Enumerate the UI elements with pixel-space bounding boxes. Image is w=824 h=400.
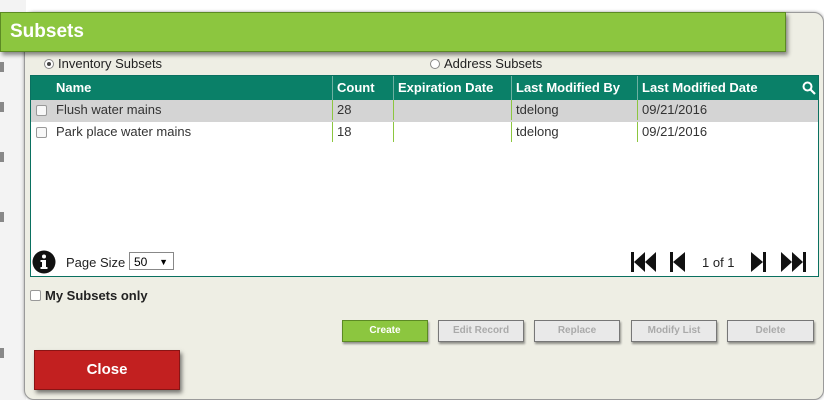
replace-button[interactable]: Replace bbox=[534, 320, 620, 342]
inventory-subsets-radio[interactable]: Inventory Subsets bbox=[44, 56, 162, 71]
cell-modified-by: tdelong bbox=[511, 100, 637, 120]
cell-name: Flush water mains bbox=[56, 102, 162, 117]
radio-label: Inventory Subsets bbox=[58, 56, 163, 71]
page-size-select[interactable]: 50 ▼ bbox=[129, 252, 174, 270]
cell-modified-date: 09/21/2016 bbox=[637, 100, 797, 120]
close-button[interactable]: Close bbox=[34, 350, 180, 390]
column-header-last-modified-by[interactable]: Last Modified By bbox=[511, 76, 637, 100]
cell-name: Park place water mains bbox=[56, 124, 192, 139]
last-page-icon[interactable] bbox=[779, 250, 807, 274]
dialog-title-bar[interactable]: Subsets bbox=[0, 12, 786, 52]
column-header-last-modified-date[interactable]: Last Modified Date bbox=[637, 76, 797, 100]
cell-count: 18 bbox=[332, 122, 393, 142]
row-checkbox[interactable] bbox=[36, 127, 47, 138]
page-size-value: 50 bbox=[134, 255, 148, 269]
my-subsets-checkbox[interactable] bbox=[30, 290, 41, 301]
delete-button[interactable]: Delete bbox=[727, 320, 814, 342]
page-size-label: Page Size bbox=[66, 255, 126, 270]
page-info: 1 of 1 bbox=[702, 255, 735, 270]
subset-type-radios: Inventory Subsets Address Subsets bbox=[0, 56, 824, 72]
address-subsets-radio[interactable]: Address Subsets bbox=[430, 56, 542, 71]
cell-count: 28 bbox=[332, 100, 393, 120]
search-icon[interactable] bbox=[802, 81, 816, 95]
prev-page-icon[interactable] bbox=[668, 250, 688, 274]
background-mark bbox=[0, 152, 4, 162]
cell-modified-date: 09/21/2016 bbox=[637, 122, 797, 142]
column-header-name[interactable]: Name bbox=[52, 76, 332, 100]
background-mark bbox=[0, 348, 4, 358]
radio-dot[interactable] bbox=[430, 58, 440, 69]
row-checkbox[interactable] bbox=[36, 105, 47, 116]
table-row[interactable]: Flush water mains 28 tdelong 09/21/2016 bbox=[31, 100, 818, 122]
create-button[interactable]: Create bbox=[342, 320, 428, 342]
subsets-grid: Name Count Expiration Date Last Modified… bbox=[30, 75, 819, 277]
chevron-down-icon: ▼ bbox=[159, 257, 168, 267]
my-subsets-only-filter[interactable]: My Subsets only bbox=[30, 288, 148, 303]
column-header-count[interactable]: Count bbox=[332, 76, 393, 100]
table-row[interactable]: Park place water mains 18 tdelong 09/21/… bbox=[31, 122, 818, 144]
first-page-icon[interactable] bbox=[630, 250, 658, 274]
dialog-title: Subsets bbox=[10, 21, 84, 42]
next-page-icon[interactable] bbox=[748, 250, 768, 274]
background-mark bbox=[0, 212, 4, 222]
cell-expiration bbox=[393, 100, 511, 120]
info-icon[interactable] bbox=[32, 250, 56, 274]
cell-expiration bbox=[393, 122, 511, 142]
column-header-expiration-date[interactable]: Expiration Date bbox=[393, 76, 511, 100]
radio-dot[interactable] bbox=[44, 58, 54, 69]
radio-label: Address Subsets bbox=[444, 56, 543, 71]
background-mark bbox=[0, 102, 4, 112]
my-subsets-label: My Subsets only bbox=[45, 288, 148, 303]
grid-header: Name Count Expiration Date Last Modified… bbox=[31, 76, 818, 100]
cell-modified-by: tdelong bbox=[511, 122, 637, 142]
modify-list-button[interactable]: Modify List bbox=[631, 320, 717, 342]
edit-record-button[interactable]: Edit Record bbox=[438, 320, 524, 342]
